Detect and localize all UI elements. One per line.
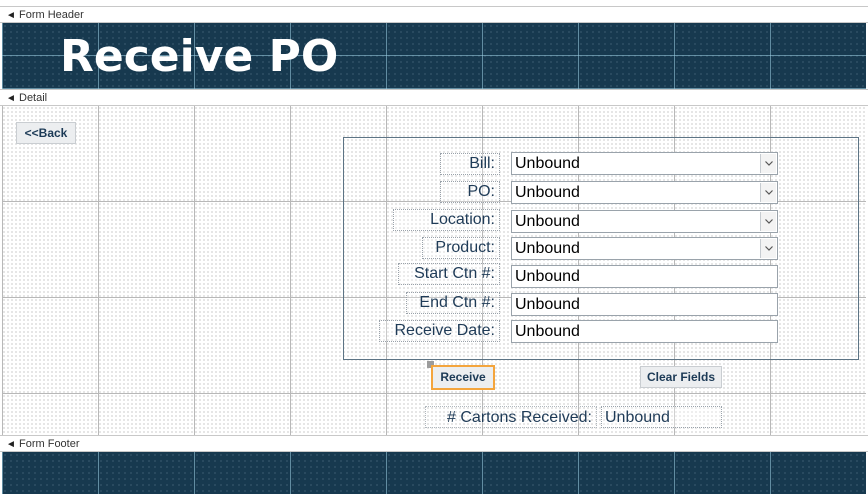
detail-bar[interactable]: ◄ Detail	[0, 89, 868, 106]
detail-label: Detail	[19, 92, 48, 104]
start-ctn-label: Start Ctn #:	[398, 263, 500, 285]
chevron-down-icon[interactable]	[760, 212, 776, 231]
section-collapse-icon[interactable]: ◄	[6, 8, 16, 24]
section-collapse-icon[interactable]: ◄	[6, 91, 16, 107]
product-label: Product:	[422, 237, 500, 259]
start-ctn-value: Unbound	[515, 268, 580, 285]
bill-combo[interactable]: Unbound	[511, 152, 778, 175]
start-ctn-field[interactable]: Unbound	[511, 265, 778, 288]
form-footer-bar[interactable]: ◄ Form Footer	[0, 435, 868, 452]
bill-value: Unbound	[515, 155, 580, 172]
receive-date-field[interactable]: Unbound	[511, 320, 778, 343]
bill-label: Bill:	[440, 153, 500, 175]
product-combo[interactable]: Unbound	[511, 237, 778, 260]
product-value: Unbound	[515, 240, 580, 257]
clear-fields-button[interactable]: Clear Fields	[640, 366, 722, 388]
end-ctn-field[interactable]: Unbound	[511, 293, 778, 316]
cartons-received-field[interactable]: Unbound	[601, 406, 722, 428]
cartons-received-label: # Cartons Received:	[425, 406, 597, 428]
po-combo[interactable]: Unbound	[511, 181, 778, 204]
end-ctn-label: End Ctn #:	[406, 292, 500, 314]
form-footer-label: Form Footer	[19, 438, 80, 450]
chevron-down-icon[interactable]	[760, 154, 776, 173]
back-button[interactable]: <<Back	[16, 122, 76, 144]
end-ctn-value: Unbound	[515, 296, 580, 313]
receive-button[interactable]: Receive	[431, 365, 495, 390]
form-header-bar[interactable]: ◄ Form Header	[0, 6, 868, 23]
section-collapse-icon[interactable]: ◄	[6, 437, 16, 453]
po-label: PO:	[440, 181, 500, 203]
location-combo[interactable]: Unbound	[511, 210, 778, 233]
chevron-down-icon[interactable]	[760, 239, 776, 258]
page-title[interactable]: Receive PO	[60, 30, 338, 84]
receive-date-label: Receive Date:	[379, 320, 500, 342]
receive-date-value: Unbound	[515, 323, 580, 340]
location-value: Unbound	[515, 213, 580, 230]
form-header-label: Form Header	[19, 9, 84, 21]
chevron-down-icon[interactable]	[760, 183, 776, 202]
po-value: Unbound	[515, 184, 580, 201]
location-label: Location:	[393, 209, 500, 231]
form-footer-section	[2, 452, 866, 494]
